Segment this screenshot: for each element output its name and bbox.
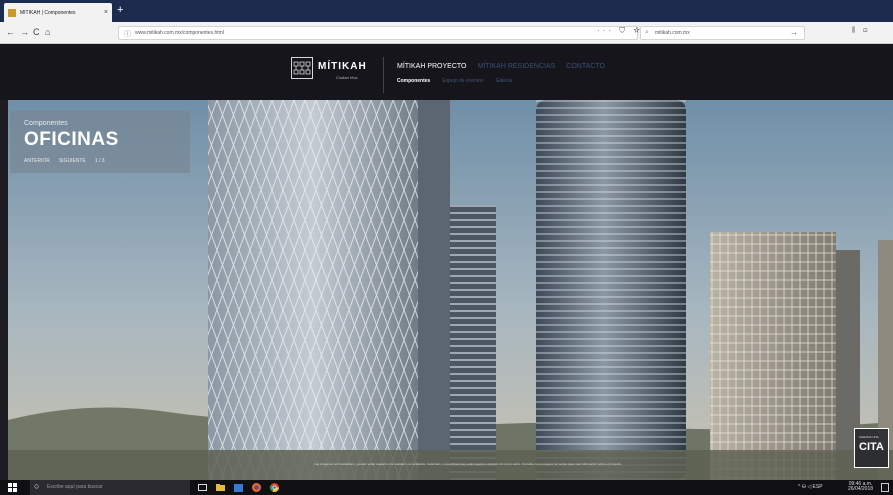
address-bar[interactable]: ⓘ www.mitikah.com.mx/componentes.html (118, 26, 638, 40)
home-button[interactable]: ⌂ (45, 26, 50, 38)
site-header (0, 44, 893, 100)
firefox-icon[interactable] (251, 482, 262, 493)
panel-title: OFICINAS (24, 129, 119, 150)
tab-close-icon[interactable]: × (104, 9, 108, 16)
notification-center-icon[interactable] (881, 483, 889, 492)
tab-title: MÍTIKAH | Componentes (20, 9, 76, 16)
menu-item-residencias[interactable]: MÍTIKAH RESIDENCIAS (478, 63, 556, 70)
browser-search-box[interactable]: ⌕ mitikah.com.mx → (640, 26, 805, 40)
taskbar-search[interactable]: ○ Escribe aquí para buscar (30, 480, 190, 495)
back-button[interactable]: ← (6, 26, 15, 38)
taskbar-search-placeholder: Escribe aquí para buscar (47, 484, 103, 490)
logo-subtitle: Ciudad Viva (336, 75, 358, 80)
reload-button[interactable]: C (33, 26, 40, 38)
component-info-panel: Componentes OFICINAS ANTERIOR SIGUIENTE 1 … (10, 111, 190, 173)
logo-icon[interactable] (291, 57, 313, 79)
browser-tab[interactable]: MÍTIKAH | Componentes × (4, 3, 112, 22)
browser-tab-bar: MÍTIKAH | Componentes × + (0, 0, 893, 22)
windows-start-icon[interactable] (8, 483, 17, 492)
submenu-item-espejo[interactable]: Espejo de eventos (442, 78, 483, 84)
appointment-button[interactable]: AGENDA UNA CITA (854, 428, 889, 468)
appointment-label: CITA (859, 441, 884, 453)
os-taskbar: ○ Escribe aquí para buscar ^ ⛁ ◁ ESP 09:… (0, 480, 893, 495)
search-icon: ⌕ (645, 29, 649, 36)
previous-link[interactable]: ANTERIOR (24, 158, 50, 164)
main-menu: MÍTIKAH PROYECTO MÍTIKAH RESIDENCIAS CONTA… (397, 63, 616, 70)
panel-eyebrow: Componentes (24, 120, 68, 127)
appointment-label-small: AGENDA UNA (859, 435, 879, 439)
forward-button[interactable]: → (20, 26, 29, 38)
url-text: www.mitikah.com.mx/componentes.html (135, 30, 224, 36)
file-explorer-icon[interactable] (215, 482, 226, 493)
new-tab-button[interactable]: + (117, 4, 123, 16)
page-info-icon[interactable]: ⓘ (124, 29, 131, 39)
address-bar-tools[interactable]: ··· ⛉ ☆ (597, 26, 643, 36)
store-icon[interactable] (233, 482, 244, 493)
panel-pagination: ANTERIOR SIGUIENTE 1 / 3 (24, 158, 114, 164)
logo-name[interactable]: MÍTIKAH (318, 61, 367, 72)
browser-toolbar: ← → C ⌂ ⓘ www.mitikah.com.mx/componentes… (0, 22, 893, 44)
library-and-sidebar-icons[interactable]: ⫼ ⊡ (852, 27, 871, 35)
search-go-icon[interactable]: → (790, 28, 798, 37)
header-divider (383, 57, 384, 93)
slide-counter: 1 / 3 (94, 158, 105, 164)
menu-item-contacto[interactable]: CONTACTO (566, 63, 605, 70)
pinned-apps (197, 482, 280, 493)
next-link[interactable]: SIGUIENTE (59, 158, 86, 164)
submenu-item-galeria[interactable]: Galería (495, 78, 511, 84)
clock-date: 26/04/2018 (848, 486, 874, 492)
legal-disclaimer: Las imágenes son ilustrativas y pueden v… (314, 462, 622, 466)
taskbar-clock[interactable]: 09:46 a.m. 26/04/2018 (848, 482, 873, 492)
menu-item-proyecto[interactable]: MÍTIKAH PROYECTO (397, 63, 467, 70)
sub-menu: Componentes Espejo de eventos Galería (397, 78, 524, 84)
search-text: mitikah.com.mx (655, 30, 690, 36)
favicon-icon (8, 8, 16, 17)
chrome-icon[interactable] (269, 482, 280, 493)
screen: MÍTIKAH | Componentes × + ← → C ⌂ ⓘ www.… (0, 0, 893, 495)
cortana-icon: ○ (34, 481, 40, 491)
task-view-icon[interactable] (197, 482, 208, 493)
submenu-item-componentes[interactable]: Componentes (397, 78, 430, 84)
system-tray[interactable]: ^ ⛁ ◁ ESP (798, 484, 823, 490)
